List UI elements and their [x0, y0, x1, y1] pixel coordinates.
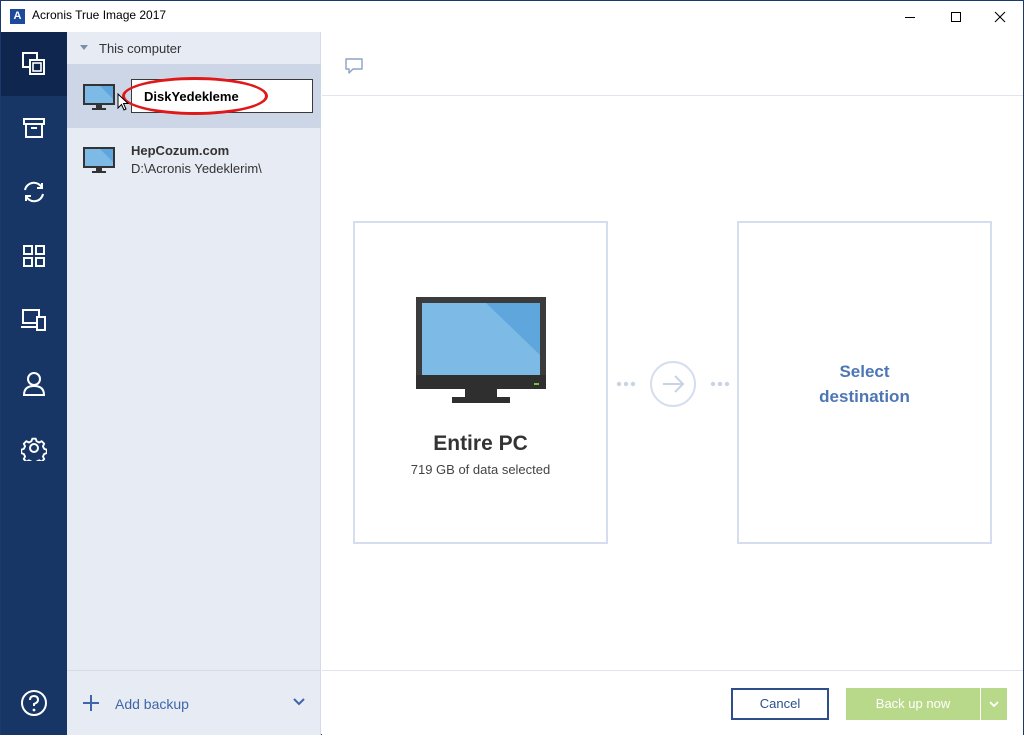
close-icon: [994, 11, 1006, 22]
comment-icon[interactable]: [344, 57, 364, 75]
nav-sync[interactable]: [1, 160, 67, 224]
window-title: Acronis True Image 2017: [32, 8, 167, 22]
computer-monitor-icon: [83, 147, 115, 173]
chevron-down-icon[interactable]: [293, 698, 305, 706]
settings-gear-icon: [21, 437, 47, 461]
arrow-connector-icon: [616, 361, 730, 407]
nav-help[interactable]: [1, 671, 67, 735]
nav-dashboard[interactable]: [1, 224, 67, 288]
account-icon: [22, 372, 46, 396]
source-title: Entire PC: [433, 432, 528, 455]
add-backup-button[interactable]: Add backup: [115, 696, 189, 712]
backup-item-disk-yedekleme[interactable]: [67, 64, 321, 128]
nav-archive[interactable]: [1, 96, 67, 160]
nav-account[interactable]: [1, 352, 67, 416]
acronis-logo-icon: A: [10, 9, 25, 24]
title-bar: A Acronis True Image 2017: [1, 1, 1023, 32]
devices-icon: [21, 309, 46, 331]
navigation-rail: [1, 32, 67, 735]
mouse-cursor-icon: [117, 93, 129, 111]
minimize-button[interactable]: [887, 1, 933, 32]
archive-icon: [23, 118, 45, 138]
source-subtitle: 719 GB of data selected: [410, 462, 551, 477]
chevron-down-icon: [989, 700, 999, 707]
destination-line-2: destination: [819, 387, 910, 406]
sync-icon: [24, 181, 44, 203]
group-header[interactable]: This computer: [67, 32, 321, 64]
destination-line-1: Select: [839, 362, 890, 381]
backup-item-title: HepCozum.com: [131, 143, 230, 158]
collapse-triangle-icon: [80, 45, 88, 50]
back-up-now-button[interactable]: Back up now: [846, 688, 980, 720]
minimize-icon: [905, 16, 915, 18]
backup-item-path: D:\Acronis Yedeklerim\: [131, 161, 262, 176]
destination-card[interactable]: Select destination: [737, 221, 992, 544]
close-button[interactable]: [977, 1, 1023, 32]
main-toolbar: [322, 32, 1023, 96]
help-circle-icon: [21, 690, 47, 716]
app-window: A Acronis True Image 2017 This computer …: [0, 0, 1024, 735]
back-up-options-button[interactable]: [981, 688, 1007, 720]
dashboard-grid-icon: [23, 245, 45, 267]
backup-copy-icon: [22, 52, 45, 75]
source-card[interactable]: Entire PC 719 GB of data selected: [353, 221, 608, 544]
maximize-button[interactable]: [933, 1, 979, 32]
action-bar: Cancel Back up now: [322, 670, 1023, 735]
computer-monitor-icon: [83, 84, 115, 110]
maximize-icon: [951, 11, 961, 22]
select-destination-label: Select destination: [739, 359, 990, 409]
nav-settings[interactable]: [1, 416, 67, 480]
group-label: This computer: [99, 41, 182, 56]
backup-main-area: Entire PC 719 GB of data selected Select…: [322, 32, 1023, 735]
add-plus-icon[interactable]: [82, 694, 100, 712]
nav-backup[interactable]: [1, 32, 67, 96]
nav-devices[interactable]: [1, 288, 67, 352]
cancel-button[interactable]: Cancel: [731, 688, 829, 720]
backup-list-panel: This computer DiskYedekleme HepCozum.com…: [67, 32, 321, 735]
backup-name-input[interactable]: [131, 79, 313, 113]
add-backup-bar: Add backup: [67, 670, 321, 735]
desktop-pc-icon: [416, 297, 546, 403]
